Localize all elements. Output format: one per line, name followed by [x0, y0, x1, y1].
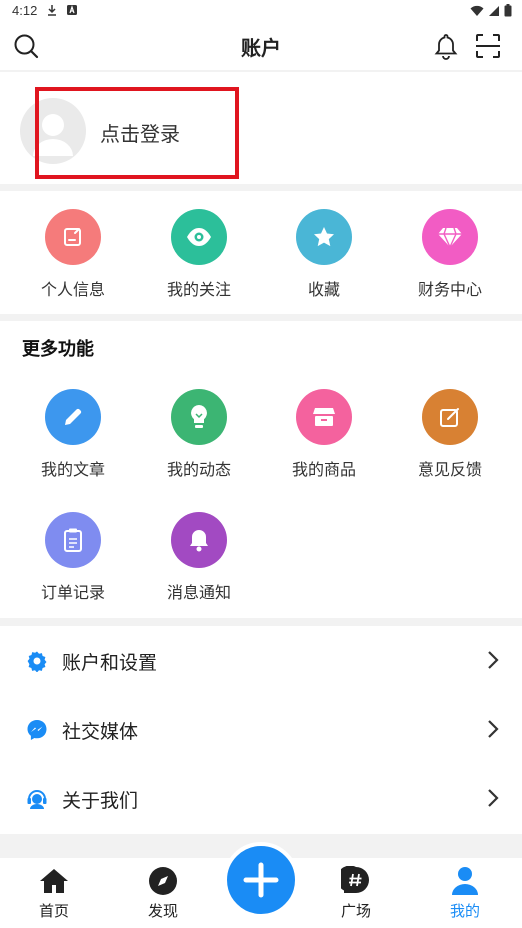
more-item-label: 我的商品 [291, 460, 356, 479]
more-item-feedback[interactable]: 意见反馈 [387, 389, 513, 480]
quick-item-label: 个人信息 [40, 280, 105, 299]
list-item-label: 账户和设置 [62, 652, 158, 674]
quick-item-personal-info[interactable]: 个人信息 [10, 209, 136, 300]
more-item-orders[interactable]: 订单记录 [10, 512, 136, 603]
download-icon [48, 5, 56, 16]
list-item-label: 关于我们 [62, 790, 139, 812]
messenger-icon [27, 720, 47, 740]
quick-actions: 个人信息 我的关注 收藏 财务中心 [0, 191, 522, 314]
wifi-icon [470, 5, 484, 16]
add-button[interactable] [223, 842, 299, 918]
quick-item-label: 财务中心 [417, 280, 482, 299]
list-item-account-settings[interactable]: 账户和设置 [0, 626, 522, 694]
more-item-label: 我的动态 [166, 460, 231, 479]
more-functions: 更多功能 我的文章 我的动态 我的商品 意见反馈 订单记录 消息通知 [0, 321, 522, 618]
clipboard-icon [45, 512, 101, 568]
tab-home[interactable]: 首页 [14, 866, 94, 921]
chevron-right-icon [488, 720, 499, 738]
tab-square[interactable]: 广场 [316, 866, 396, 921]
quick-item-following[interactable]: 我的关注 [136, 209, 262, 300]
quick-item-finance[interactable]: 财务中心 [387, 209, 513, 300]
tab-label: 我的 [449, 902, 480, 920]
bell-icon[interactable] [432, 32, 460, 60]
more-item-notifications[interactable]: 消息通知 [136, 512, 262, 603]
home-icon [40, 869, 68, 893]
compass-icon [149, 867, 177, 895]
more-item-articles[interactable]: 我的文章 [10, 389, 136, 480]
login-card[interactable]: 点击登录 [0, 72, 522, 184]
more-item-label: 我的文章 [40, 460, 105, 479]
tab-label: 首页 [38, 902, 69, 920]
settings-list: 账户和设置 社交媒体 关于我们 [0, 626, 522, 834]
highlight-box [35, 87, 239, 179]
battery-icon [504, 4, 512, 17]
list-item-label: 社交媒体 [62, 721, 139, 743]
signal-icon [489, 5, 499, 16]
star-icon [296, 209, 352, 265]
chevron-right-icon [488, 651, 499, 669]
more-item-products[interactable]: 我的商品 [261, 389, 387, 480]
support-agent-icon [27, 790, 47, 809]
list-item-about-us[interactable]: 关于我们 [0, 764, 522, 832]
bell-icon [171, 512, 227, 568]
eye-icon [171, 209, 227, 265]
more-item-moments[interactable]: 我的动态 [136, 389, 262, 480]
bulb-icon [171, 389, 227, 445]
scan-icon[interactable] [474, 32, 502, 60]
quick-item-label: 收藏 [307, 280, 340, 299]
tab-label: 广场 [340, 902, 371, 920]
more-item-label: 消息通知 [166, 583, 231, 602]
store-icon [296, 389, 352, 445]
quick-item-label: 我的关注 [166, 280, 231, 299]
gear-icon [27, 651, 47, 672]
edit-doc-icon [45, 209, 101, 265]
chevron-right-icon [488, 789, 499, 807]
tab-label: 发现 [147, 902, 178, 920]
more-item-label: 意见反馈 [417, 460, 482, 479]
tab-discover[interactable]: 发现 [123, 866, 203, 921]
tab-mine[interactable]: 我的 [425, 866, 505, 921]
pencil-icon [45, 389, 101, 445]
more-item-label: 订单记录 [40, 583, 105, 602]
status-bar: 4:12 [0, 0, 522, 22]
section-title: 更多功能 [22, 339, 94, 360]
hashtag-icon [341, 866, 369, 893]
edit-icon [422, 389, 478, 445]
list-item-social-media[interactable]: 社交媒体 [0, 695, 522, 763]
person-icon [452, 867, 478, 895]
diamond-icon [422, 209, 478, 265]
notification-a-icon [67, 5, 77, 15]
app-header: 账户 [0, 22, 522, 70]
plus-icon [243, 862, 279, 898]
status-time: 4:12 [12, 3, 38, 18]
quick-item-favorites[interactable]: 收藏 [261, 209, 387, 300]
